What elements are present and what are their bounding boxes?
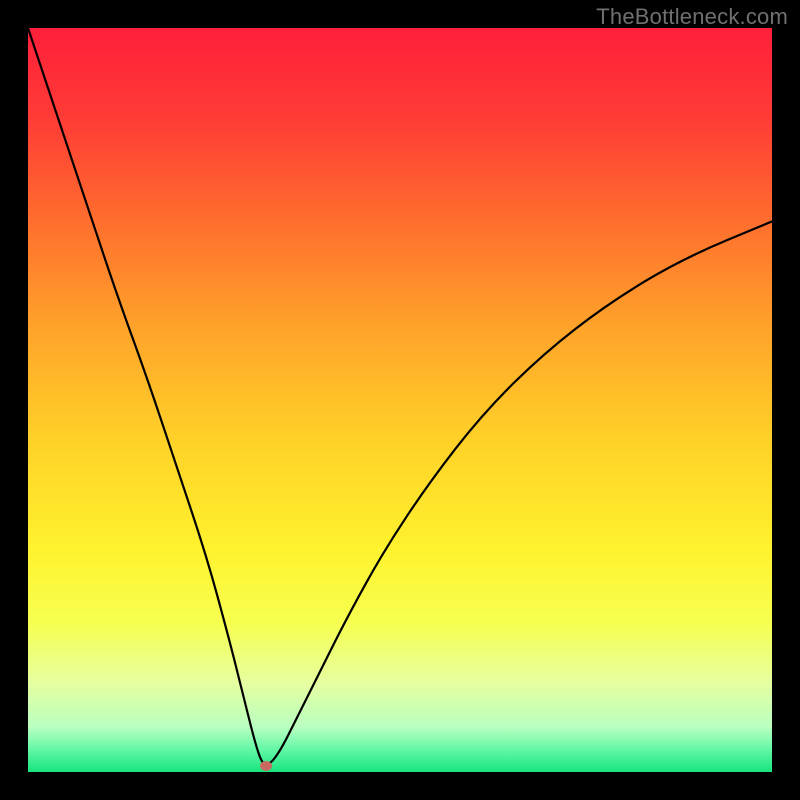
curve-path [28, 28, 772, 765]
chart-frame: TheBottleneck.com [0, 0, 800, 800]
optimal-point-marker [260, 761, 272, 771]
watermark-text: TheBottleneck.com [596, 4, 788, 30]
plot-area [28, 28, 772, 772]
bottleneck-curve [28, 28, 772, 772]
